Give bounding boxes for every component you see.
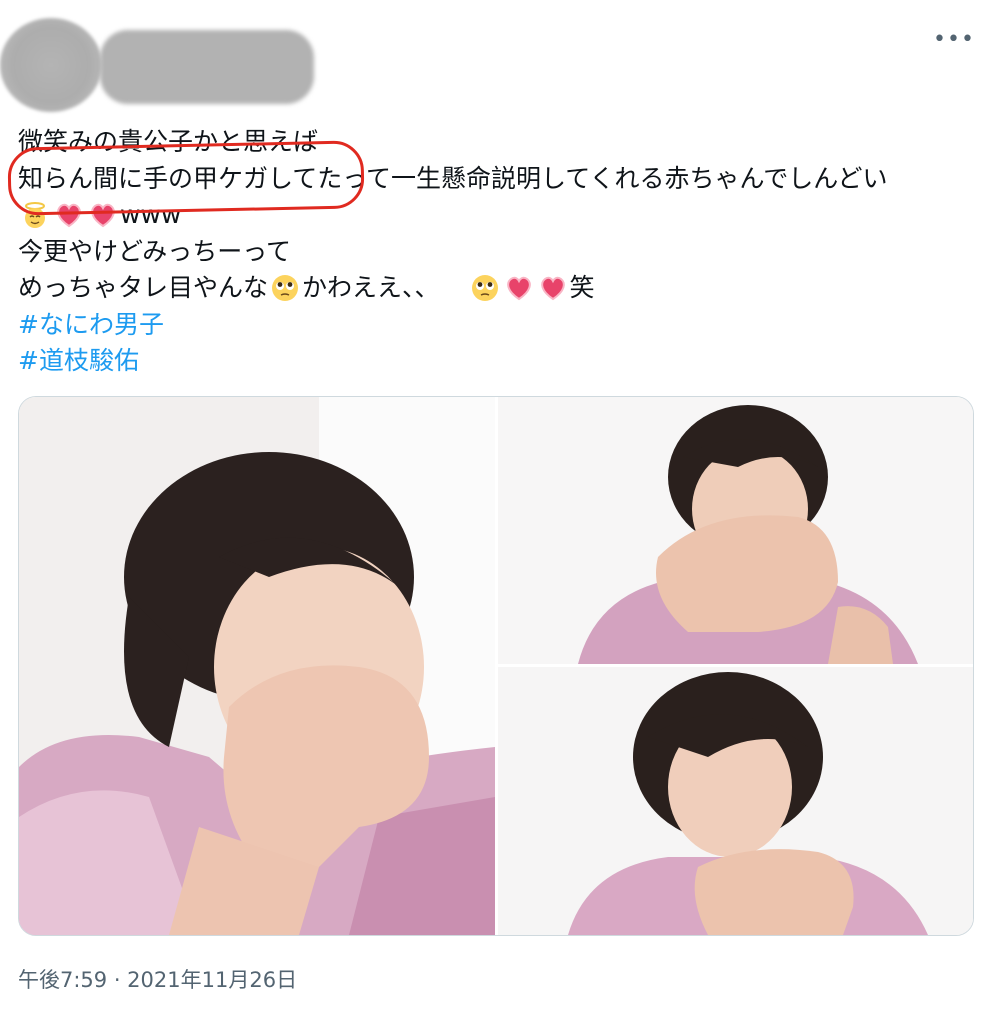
angel-face-emoji-icon: [20, 200, 50, 230]
tweet-line-4: 今更やけどみっちーって: [18, 236, 292, 266]
pleading-face-emoji-icon: [270, 273, 300, 303]
tweet-text: 微笑みの貴公子かと思えば 知らん間に手の甲ケガしてたって一生懸命説明してくれる赤…: [18, 124, 978, 380]
media-grid: [18, 396, 974, 936]
tweet-line-2: 知らん間に手の甲ケガしてたって一生懸命説明してくれる赤ちゃんでしんどい: [18, 163, 888, 193]
more-options-button[interactable]: •••: [933, 26, 975, 54]
hashtag-link[interactable]: #道枝駿佑: [18, 343, 139, 380]
photo-1[interactable]: [19, 397, 495, 935]
photo-2[interactable]: [498, 397, 973, 664]
tweet-line-5-part-a: めっちゃタレ目やんな: [18, 273, 269, 302]
tweet-line-5: めっちゃタレ目やんな かわええ、、 笑: [18, 270, 978, 307]
photo-3[interactable]: [498, 667, 973, 935]
hashtag-row-2: #道枝駿佑: [18, 343, 978, 380]
tweet-line-3: www: [18, 197, 978, 234]
pink-heart-emoji-icon: [88, 200, 118, 230]
avatar-blurred[interactable]: [0, 18, 102, 112]
username-blurred[interactable]: [100, 30, 314, 104]
pleading-face-emoji-icon: [470, 273, 500, 303]
pink-heart-emoji-icon: [538, 273, 568, 303]
tweet-line-1: 微笑みの貴公子かと思えば: [18, 127, 319, 156]
tweet-line-5-part-b: かわええ、、: [302, 273, 440, 302]
tweet: ••• 微笑みの貴公子かと思えば 知らん間に手の甲ケガしてたって一生懸命説明して…: [0, 0, 992, 1024]
hashtag-row-1: #なにわ男子: [18, 307, 978, 344]
pink-heart-emoji-icon: [54, 200, 84, 230]
hashtag-link[interactable]: #なにわ男子: [18, 307, 164, 344]
tweet-timestamp[interactable]: 午後7:59 · 2021年11月26日: [18, 964, 297, 994]
more-dots-icon: •••: [933, 27, 975, 52]
tweet-line-5-part-c: 笑: [569, 273, 595, 302]
pink-heart-emoji-icon: [504, 273, 534, 303]
tweet-line-3-text: www: [120, 200, 182, 229]
